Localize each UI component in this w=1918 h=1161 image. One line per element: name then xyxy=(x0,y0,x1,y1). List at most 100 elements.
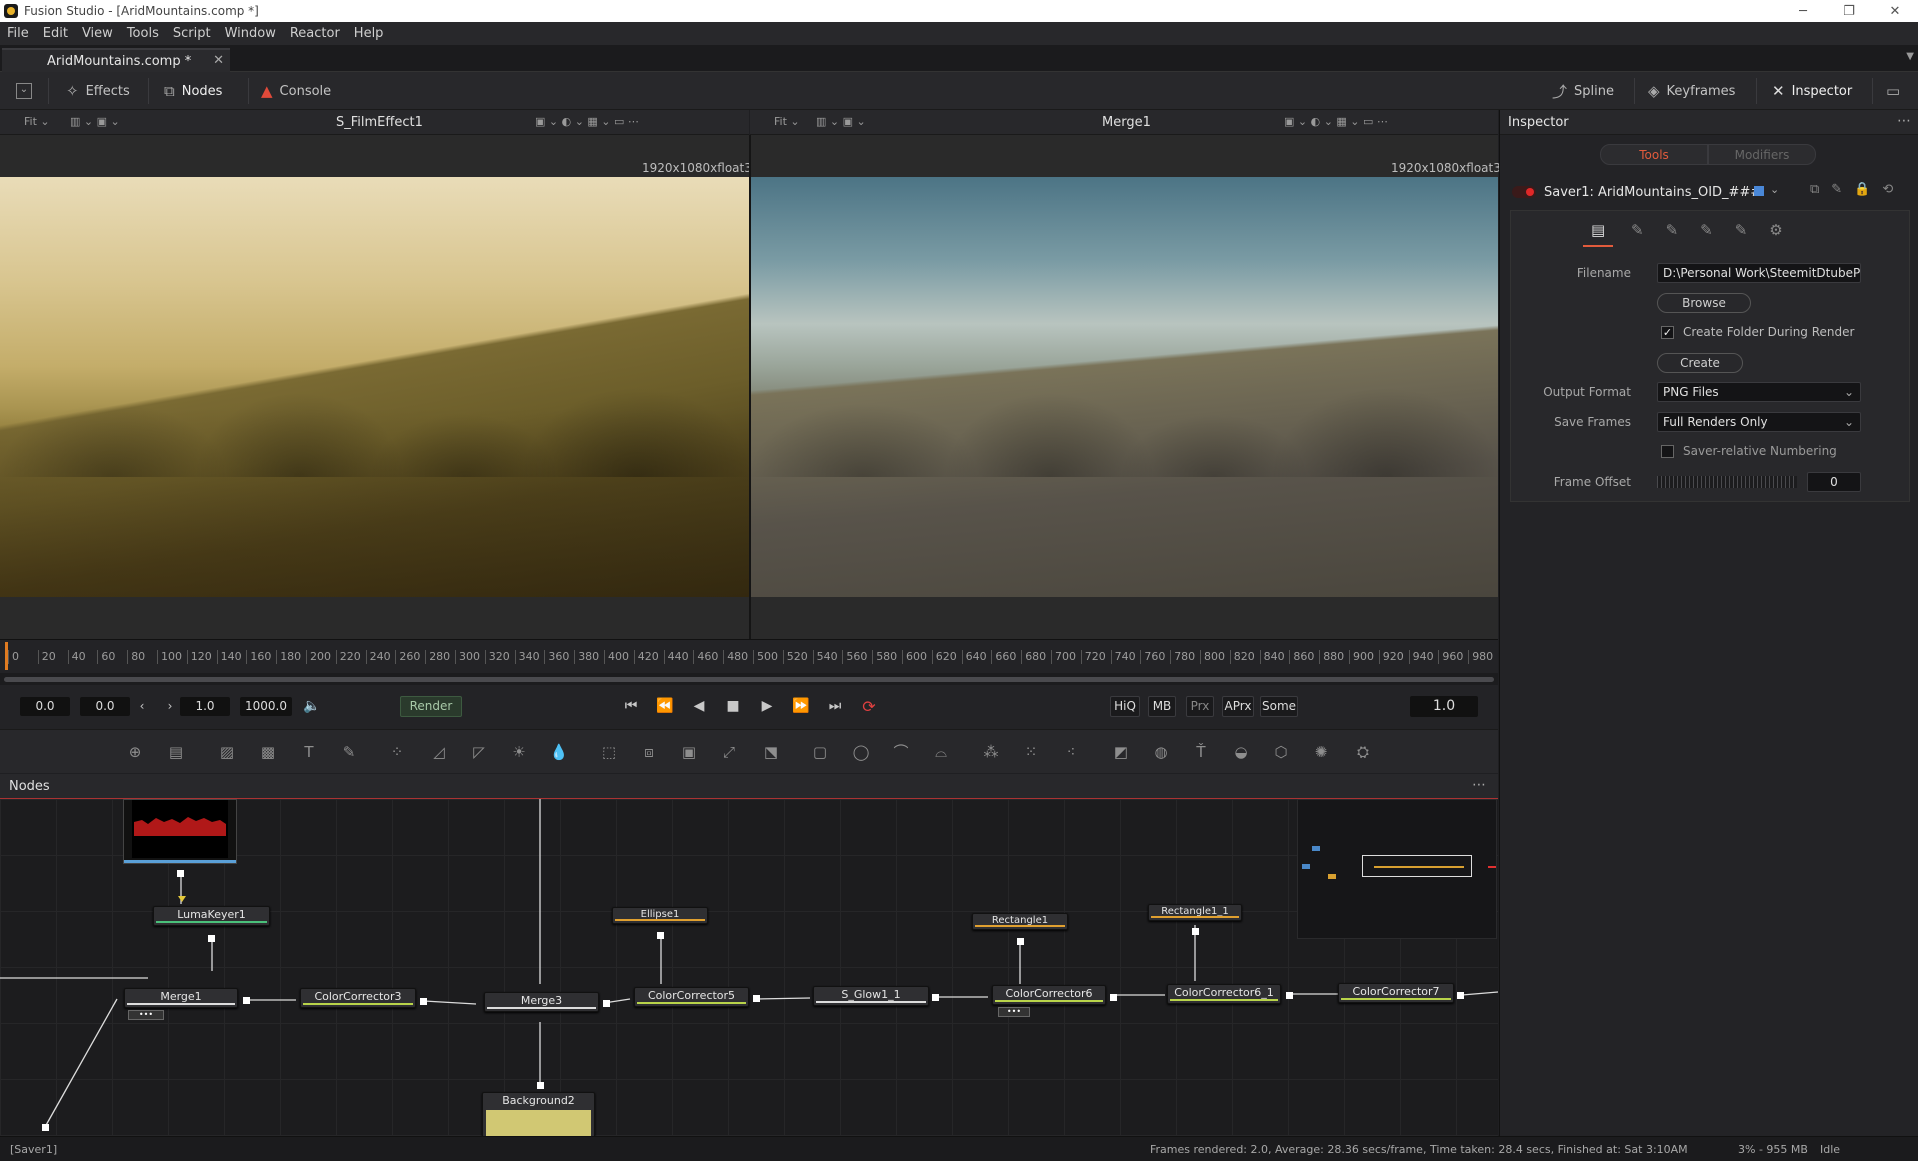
ellipse-mask-icon[interactable]: ◯ xyxy=(850,742,872,762)
global-end-field[interactable]: 1000.0 xyxy=(240,697,292,716)
output-port[interactable] xyxy=(753,995,760,1002)
node-colorcorrector6[interactable]: ColorCorrector6 xyxy=(992,985,1106,1005)
browse-button[interactable]: Browse xyxy=(1657,293,1751,313)
output-format-select[interactable]: PNG Files ⌄ xyxy=(1657,382,1861,402)
render-start-field[interactable]: 0.0 xyxy=(80,697,130,716)
fast-forward-icon[interactable]: ⏩ xyxy=(790,696,812,717)
minimize-button[interactable]: ─ xyxy=(1780,0,1826,22)
left-fit-select[interactable]: Fit ⌄ xyxy=(24,115,50,128)
node-lumakeyer1[interactable]: LumaKeyer1 xyxy=(153,906,270,926)
effects-button[interactable]: ✧ Effects xyxy=(66,72,130,110)
node-merge3[interactable]: Merge3 xyxy=(484,992,599,1012)
some-button[interactable]: Some xyxy=(1260,696,1298,717)
saver-tool-icon[interactable]: ▤ xyxy=(165,742,187,762)
maximize-button[interactable]: ❐ xyxy=(1826,0,1872,22)
timeline-ruler[interactable]: 0 20 40 60 80 100 120 140 160 180 200 220 240 260 280 3… xyxy=(0,639,1498,673)
output-port[interactable] xyxy=(420,998,427,1005)
tab-tools[interactable]: Tools xyxy=(1600,144,1708,165)
current-time-field[interactable]: 1.0 xyxy=(1410,696,1478,717)
left-viewer-tools-icon[interactable]: ▣ ⌄ ◐ ⌄ ▦ ⌄ ▭ ⋯ xyxy=(535,115,639,128)
output-port[interactable] xyxy=(208,935,215,942)
menu-reactor[interactable]: Reactor xyxy=(283,26,347,41)
node-options-icon[interactable]: ••• xyxy=(998,1007,1030,1017)
chevron-down-icon[interactable]: ⌄ xyxy=(1770,183,1779,196)
timeline-scrollbar[interactable] xyxy=(0,673,1498,685)
right-view-options-icon[interactable]: ▥ ⌄ ▣ ⌄ xyxy=(816,115,866,128)
menu-tools[interactable]: Tools xyxy=(120,26,166,41)
menu-edit[interactable]: Edit xyxy=(36,26,75,41)
node-rectangle1[interactable]: Rectangle1 xyxy=(972,913,1068,930)
tool-enable-toggle[interactable] xyxy=(1512,186,1536,198)
node-s-glow1-1[interactable]: S_Glow1_1 xyxy=(813,986,929,1006)
node-colorcorrector5[interactable]: ColorCorrector5 xyxy=(634,987,749,1007)
inspector-button[interactable]: ✕ Inspector xyxy=(1772,72,1852,110)
bspline-mask-icon[interactable]: ⌓ xyxy=(930,742,952,762)
frame-offset-input[interactable]: 0 xyxy=(1807,472,1861,492)
loader-tool-icon[interactable]: ⊕ xyxy=(124,742,146,762)
stop-icon[interactable]: ■ xyxy=(722,696,744,717)
saver-relative-checkbox[interactable] xyxy=(1661,445,1674,458)
go-to-end-icon[interactable]: ⏭ xyxy=(824,696,846,717)
panel-toggle-button[interactable]: ⌄ xyxy=(16,72,32,110)
save-frames-select[interactable]: Full Renders Only ⌄ xyxy=(1657,412,1861,432)
fastnoise-tool-icon[interactable]: ▩ xyxy=(257,742,279,762)
left-viewer[interactable]: 1920x1080xfloat32 xyxy=(0,135,760,639)
menu-script[interactable]: Script xyxy=(166,26,218,41)
input-port[interactable] xyxy=(178,896,186,902)
filename-input[interactable]: D:\Personal Work\SteemitDtubePos xyxy=(1657,263,1861,283)
node-background2[interactable]: Background2 xyxy=(482,1092,595,1136)
image-plane-3d-icon[interactable]: ◩ xyxy=(1110,742,1132,762)
output-port[interactable] xyxy=(603,1000,610,1007)
spline-button[interactable]: ⤴ Spline xyxy=(1552,72,1614,110)
file-tab-icon[interactable]: ▤ xyxy=(1591,221,1605,239)
color-curves-tool-icon[interactable]: ◸ xyxy=(468,742,490,762)
paint-tool-icon[interactable]: ✎ xyxy=(338,742,360,762)
output-port[interactable] xyxy=(932,994,939,1001)
polygon-mask-icon[interactable]: ⌒ xyxy=(890,742,912,762)
hiq-button[interactable]: HiQ xyxy=(1110,696,1140,717)
close-button[interactable]: ✕ xyxy=(1872,0,1918,22)
output-port[interactable] xyxy=(1110,994,1117,1001)
brightness-tool-icon[interactable]: ◿ xyxy=(428,742,450,762)
console-button[interactable]: ▲ Console xyxy=(261,72,331,110)
aprx-button[interactable]: APrx xyxy=(1222,696,1254,717)
render-end-field[interactable]: 1.0 xyxy=(180,697,230,716)
light-3d-icon[interactable]: ✺ xyxy=(1310,742,1332,762)
node-minimap[interactable] xyxy=(1297,799,1497,939)
rectangle-mask-icon[interactable]: ▢ xyxy=(809,742,831,762)
scrollbar-thumb[interactable] xyxy=(4,677,1494,682)
more-options-icon[interactable]: ⋯ xyxy=(1472,777,1486,793)
node-ellipse1[interactable]: Ellipse1 xyxy=(612,907,708,924)
monitor-button[interactable]: ▭ xyxy=(1886,72,1907,110)
output-port[interactable] xyxy=(243,997,250,1004)
go-to-start-icon[interactable]: ⏮ xyxy=(620,696,642,717)
particles-tool-icon[interactable]: ⁘ xyxy=(386,742,408,762)
node-colorcorrector6-1[interactable]: ColorCorrector6_1 xyxy=(1167,984,1281,1004)
tool-header-icons[interactable]: ⧉✎🔒⟲ xyxy=(1810,182,1905,197)
node-editor[interactable]: LumaKeyer1 Ellipse1 Rectangle1 Rectangle… xyxy=(0,799,1498,1136)
particle-emitter-icon[interactable]: ⁂ xyxy=(980,742,1002,762)
global-start-field[interactable]: 0.0 xyxy=(20,697,70,716)
menu-window[interactable]: Window xyxy=(218,26,283,41)
tab-modifiers[interactable]: Modifiers xyxy=(1708,144,1816,165)
node-colorcorrector3[interactable]: ColorCorrector3 xyxy=(300,988,416,1008)
blur-tool-icon[interactable]: ⬚ xyxy=(598,742,620,762)
create-button[interactable]: Create xyxy=(1657,353,1743,373)
particle-render-icon[interactable]: ⁙ xyxy=(1020,742,1042,762)
resize-tool-icon[interactable]: ⤢ xyxy=(718,742,740,762)
rewind-icon[interactable]: ⏪ xyxy=(654,696,676,717)
step-back-icon[interactable]: ‹ xyxy=(136,696,148,717)
menu-view[interactable]: View xyxy=(75,26,120,41)
particle-style-icon[interactable]: ⁖ xyxy=(1060,742,1082,762)
menu-help[interactable]: Help xyxy=(347,26,391,41)
node-colorcorrector7[interactable]: ColorCorrector7 xyxy=(1338,983,1454,1003)
color-corrector-tool-icon[interactable]: ☀ xyxy=(508,742,530,762)
text-3d-icon[interactable]: Ť xyxy=(1190,742,1212,762)
output-port[interactable] xyxy=(42,1124,49,1131)
nodes-button[interactable]: ⧉ Nodes xyxy=(164,72,222,110)
output-port[interactable] xyxy=(537,1082,544,1089)
frame-offset-slider[interactable] xyxy=(1657,476,1797,488)
output-port[interactable] xyxy=(177,870,184,877)
renderer-3d-icon[interactable]: ⛭ xyxy=(1352,742,1374,762)
tab-menu-icon[interactable]: ▼ xyxy=(1906,51,1914,62)
